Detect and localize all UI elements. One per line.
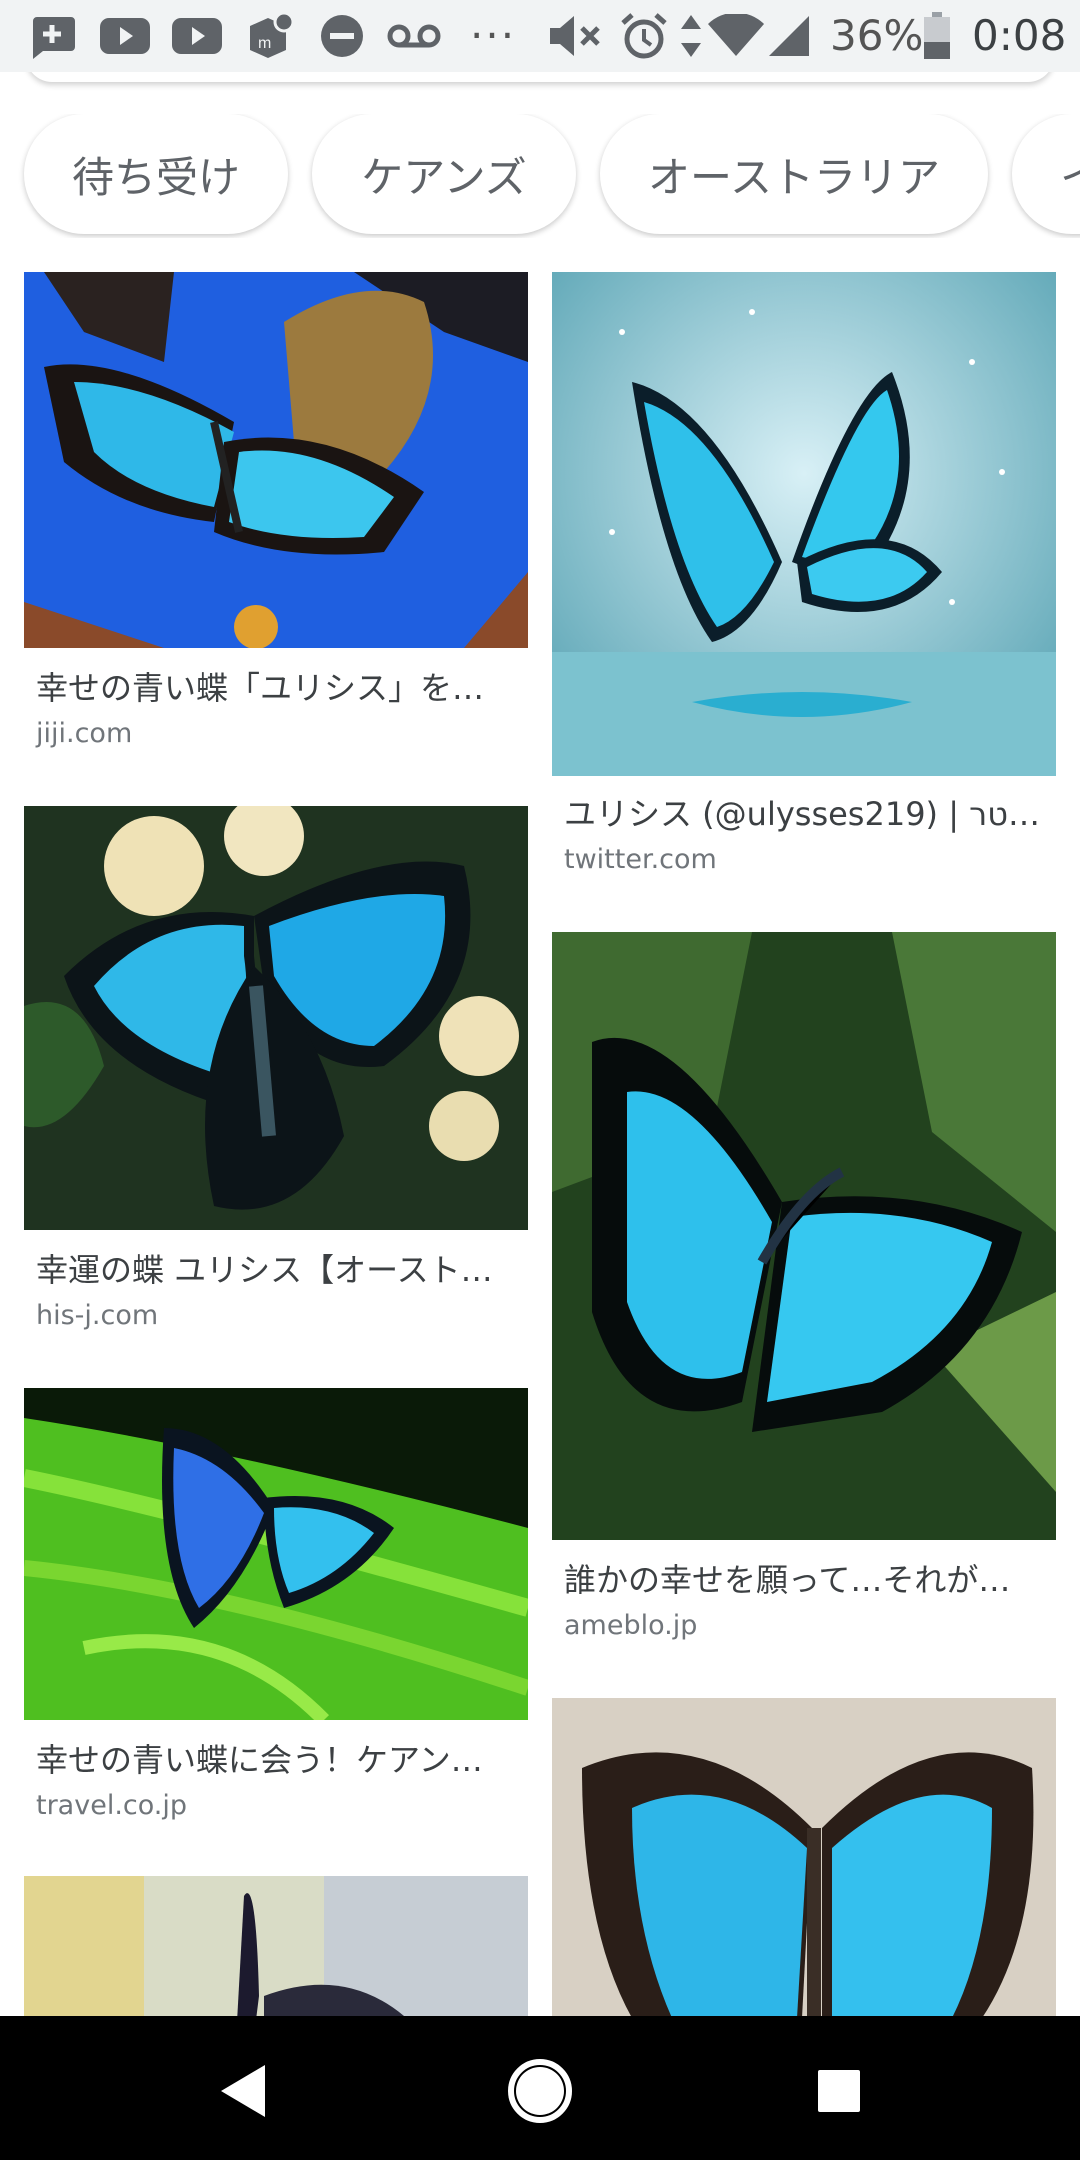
image-result-card[interactable] (552, 1698, 1056, 2018)
butterfly-specimen-image (24, 272, 528, 648)
result-title[interactable]: 誰かの幸せを願って…それが… (564, 1558, 1044, 1602)
screen: m ··· 36% 0:08 待ち受け ケアンズ オーストラリア 幸せの青い蝶「… (0, 0, 1080, 2160)
home-icon[interactable] (505, 2056, 575, 2126)
butterfly-on-flowers-image (24, 806, 528, 1230)
sparkle-butterfly-image (552, 272, 1056, 776)
signal-icon (766, 12, 812, 60)
svg-text:m: m (258, 35, 271, 52)
youtube-icon (172, 12, 222, 60)
result-thumbnail[interactable] (552, 272, 1056, 776)
overflow-dots: ··· (470, 11, 517, 60)
battery-percentage: 36% (830, 11, 924, 60)
result-thumbnail[interactable] (24, 272, 528, 648)
data-arrows-icon (678, 12, 704, 60)
voicemail-icon (384, 12, 444, 60)
status-bar: m ··· 36% 0:08 (0, 0, 1080, 72)
image-result-card[interactable]: 幸運の蝶 ユリシス【オースト… his-j.com (24, 806, 528, 1346)
wifi-icon (708, 12, 764, 60)
butterfly-on-fern-image (24, 1388, 528, 1720)
chip-machiuke[interactable]: 待ち受け (24, 114, 288, 234)
mute-icon (548, 12, 604, 60)
chip-australia[interactable]: オーストラリア (600, 114, 988, 234)
clock-time: 0:08 (972, 11, 1067, 60)
result-thumbnail[interactable] (24, 1388, 528, 1720)
result-thumbnail[interactable] (552, 1698, 1056, 2018)
image-result-card[interactable]: 幸せの青い蝶に会う！ケアン… travel.co.jp (24, 1388, 528, 1838)
result-title[interactable]: 幸運の蝶 ユリシス【オースト… (36, 1248, 516, 1292)
butterfly-specimen-closeup-image (552, 1698, 1056, 2018)
result-title[interactable]: 幸せの青い蝶「ユリシス」を… (36, 666, 516, 710)
chip-cairns[interactable]: ケアンズ (312, 114, 576, 234)
chat-plus-icon (26, 12, 78, 60)
result-source: travel.co.jp (36, 1790, 188, 1821)
result-title[interactable]: ユリシス (@ulysses219) | ויטר… (564, 792, 1044, 836)
battery-icon (922, 12, 952, 60)
back-icon[interactable] (208, 2056, 278, 2126)
chip-partial[interactable]: イ (1012, 114, 1080, 234)
image-result-card[interactable]: 幸せの青い蝶「ユリシス」を… jiji.com (24, 272, 528, 772)
result-source: ameblo.jp (564, 1610, 698, 1641)
do-not-disturb-icon (318, 12, 366, 60)
result-title[interactable]: 幸せの青い蝶に会う！ケアン… (36, 1738, 516, 1782)
image-result-card[interactable]: ユリシス (@ulysses219) | ויטר… twitter.com (552, 272, 1056, 892)
alarm-icon (618, 12, 670, 60)
app-badge-icon: m (246, 12, 294, 60)
youtube-icon (100, 12, 150, 60)
result-thumbnail[interactable] (24, 806, 528, 1230)
result-thumbnail[interactable] (552, 932, 1056, 1540)
result-source: twitter.com (564, 844, 717, 875)
result-source: his-j.com (36, 1300, 159, 1331)
image-result-card[interactable]: 誰かの幸せを願って…それが… ameblo.jp (552, 932, 1056, 1652)
related-chips-row[interactable]: 待ち受け ケアンズ オーストラリア イ (0, 114, 1080, 238)
navigation-bar (0, 2016, 1080, 2160)
result-source: jiji.com (36, 718, 133, 749)
recents-icon[interactable] (804, 2056, 874, 2126)
butterfly-in-leaves-image (552, 932, 1056, 1540)
